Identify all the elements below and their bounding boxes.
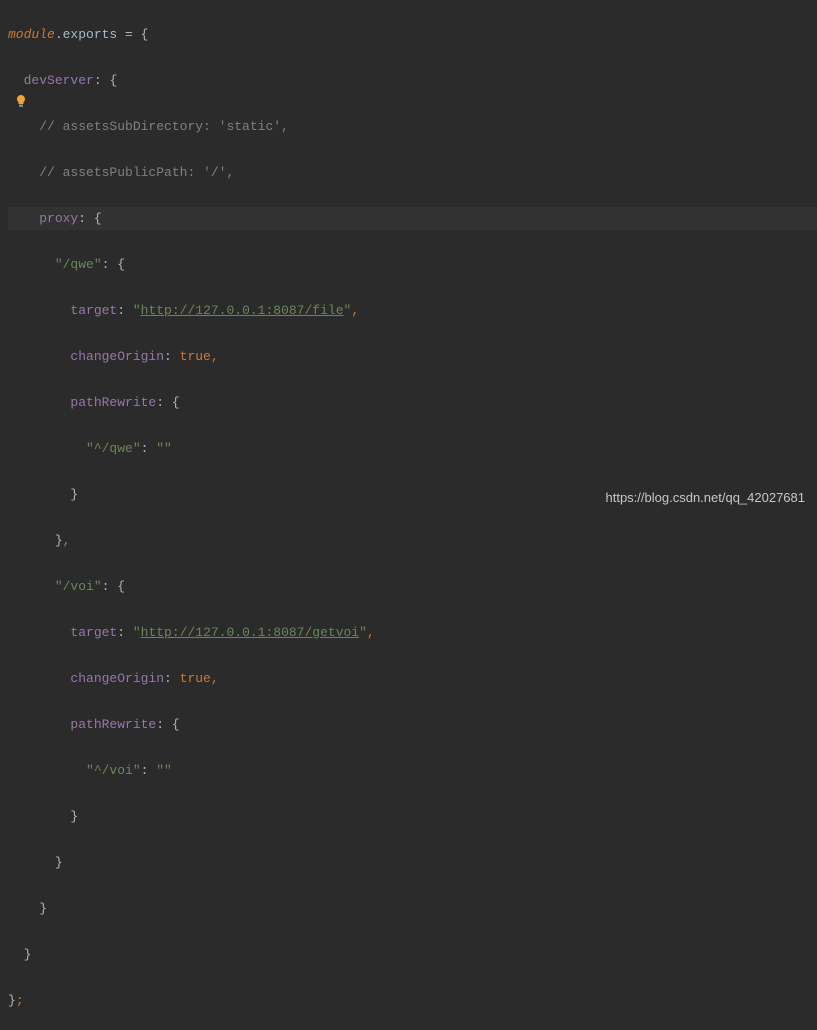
- token-string: "^/voi": [86, 763, 141, 778]
- token-property: pathRewrite: [70, 395, 156, 410]
- code-editor-content[interactable]: module.exports = { devServer: { // asset…: [8, 0, 817, 1030]
- code-line: pathRewrite: {: [8, 713, 817, 736]
- token-semicolon: ;: [16, 993, 24, 1008]
- token-punct: :: [78, 211, 94, 226]
- token-comma: ,: [367, 625, 375, 640]
- token-string: "": [156, 441, 172, 456]
- code-line: },: [8, 529, 817, 552]
- token-brace: {: [172, 395, 180, 410]
- token-property: changeOrigin: [70, 349, 164, 364]
- token-property: devServer: [24, 73, 94, 88]
- token-brace: }: [24, 947, 32, 962]
- code-line: target: "http://127.0.0.1:8087/getvoi",: [8, 621, 817, 644]
- token-brace: {: [117, 579, 125, 594]
- token-comma: ,: [63, 533, 71, 548]
- code-line: };: [8, 989, 817, 1012]
- token-brace: }: [55, 533, 63, 548]
- code-line: // assetsSubDirectory: 'static',: [8, 115, 817, 138]
- token-boolean: true: [180, 671, 211, 686]
- token-quote: ": [133, 303, 141, 318]
- token-brace: {: [141, 27, 149, 42]
- token-quote: ": [133, 625, 141, 640]
- token-quote: ": [359, 625, 367, 640]
- token-brace: }: [55, 855, 63, 870]
- token-punct: :: [156, 395, 172, 410]
- token-property: pathRewrite: [70, 717, 156, 732]
- token-text: .exports: [55, 27, 125, 42]
- token-boolean: true: [180, 349, 211, 364]
- token-punct: :: [141, 763, 157, 778]
- code-line: // assetsPublicPath: '/',: [8, 161, 817, 184]
- code-line: "/voi": {: [8, 575, 817, 598]
- token-property: target: [70, 303, 117, 318]
- code-line: }: [8, 943, 817, 966]
- code-line: }: [8, 897, 817, 920]
- token-brace: {: [94, 211, 102, 226]
- token-keyword: module: [8, 27, 55, 42]
- token-punct: :: [156, 717, 172, 732]
- token-punct: :: [164, 671, 180, 686]
- token-string: "/qwe": [55, 257, 102, 272]
- token-punct: :: [102, 257, 118, 272]
- token-brace: }: [70, 487, 78, 502]
- code-line: "^/qwe": "": [8, 437, 817, 460]
- token-brace: }: [70, 809, 78, 824]
- token-operator: =: [125, 27, 141, 42]
- token-string: "/voi": [55, 579, 102, 594]
- token-punct: :: [94, 73, 110, 88]
- token-comment: // assetsSubDirectory: 'static',: [39, 119, 289, 134]
- token-comma: ,: [351, 303, 359, 318]
- code-line: "^/voi": "": [8, 759, 817, 782]
- token-brace: {: [109, 73, 117, 88]
- token-brace: }: [39, 901, 47, 916]
- token-comma: ,: [211, 349, 219, 364]
- token-punct: :: [164, 349, 180, 364]
- code-line: "/qwe": {: [8, 253, 817, 276]
- token-punct: :: [102, 579, 118, 594]
- code-line: }: [8, 851, 817, 874]
- code-line: changeOrigin: true,: [8, 667, 817, 690]
- token-brace: {: [172, 717, 180, 732]
- token-brace: }: [8, 993, 16, 1008]
- token-link[interactable]: http://127.0.0.1:8087/getvoi: [141, 625, 359, 640]
- token-property: proxy: [39, 211, 78, 226]
- lightbulb-icon[interactable]: [14, 93, 28, 107]
- code-line: devServer: {: [8, 69, 817, 92]
- token-punct: :: [117, 303, 133, 318]
- token-comma: ,: [211, 671, 219, 686]
- code-line: changeOrigin: true,: [8, 345, 817, 368]
- code-line: target: "http://127.0.0.1:8087/file",: [8, 299, 817, 322]
- token-string: "": [156, 763, 172, 778]
- code-line: pathRewrite: {: [8, 391, 817, 414]
- token-brace: {: [117, 257, 125, 272]
- token-string: "^/qwe": [86, 441, 141, 456]
- token-property: target: [70, 625, 117, 640]
- code-line: module.exports = {: [8, 23, 817, 46]
- token-comment: // assetsPublicPath: '/',: [39, 165, 234, 180]
- token-punct: :: [141, 441, 157, 456]
- code-line: }: [8, 805, 817, 828]
- token-link[interactable]: http://127.0.0.1:8087/file: [141, 303, 344, 318]
- token-punct: :: [117, 625, 133, 640]
- watermark-text: https://blog.csdn.net/qq_42027681: [606, 486, 806, 509]
- code-line-active: proxy: {: [8, 207, 817, 230]
- token-property: changeOrigin: [70, 671, 164, 686]
